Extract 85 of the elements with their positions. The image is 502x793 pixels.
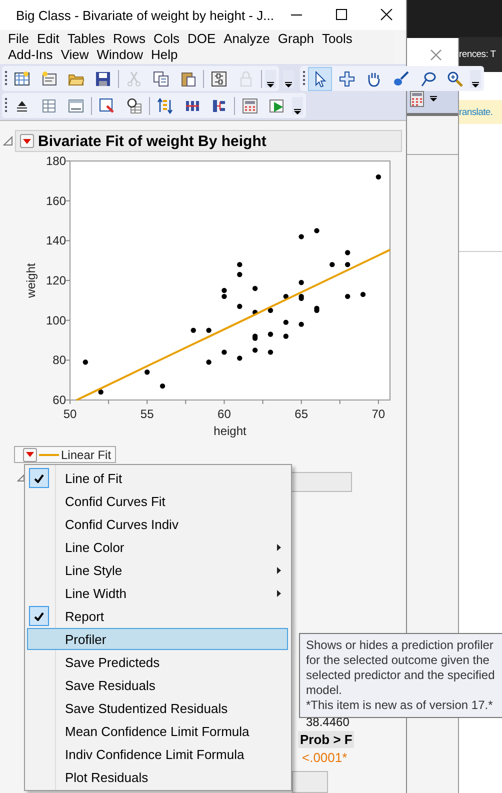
- x-tick-label: 65: [294, 407, 308, 421]
- switch-icon[interactable]: [211, 70, 227, 86]
- x-axis-label: height: [214, 424, 246, 438]
- menu-item[interactable]: View: [56, 47, 93, 63]
- menu-item[interactable]: Line Width: [27, 582, 288, 604]
- split-icon[interactable]: [211, 98, 227, 114]
- zoom-icon: [447, 70, 463, 86]
- tool-button[interactable]: [308, 66, 332, 90]
- menu-item[interactable]: Line Color: [27, 536, 288, 558]
- menu-item[interactable]: Cols: [149, 31, 184, 47]
- calculator-icon[interactable]: [242, 98, 258, 114]
- calculator-icon[interactable]: [410, 91, 424, 107]
- menu-item[interactable]: Line of Fit: [27, 467, 288, 489]
- play-icon[interactable]: [269, 98, 285, 114]
- menu-item[interactable]: Mean Confidence Limit Formula: [27, 720, 288, 742]
- crosshair-icon: [339, 70, 355, 86]
- script-icon[interactable]: [41, 70, 57, 86]
- input-field[interactable]: [290, 472, 352, 492]
- menu-item[interactable]: Window: [92, 47, 148, 63]
- caret-icon[interactable]: [430, 96, 437, 102]
- x-tick-label: 60: [218, 407, 231, 421]
- x-tick-label: 70: [372, 407, 386, 421]
- search-icon[interactable]: [126, 98, 142, 114]
- notice-text: ranslate.: [459, 106, 493, 118]
- tooltip-note: *This item is new as of version 17.*: [306, 698, 494, 713]
- y-axis-label: weight: [24, 263, 38, 298]
- copy-icon[interactable]: [153, 70, 169, 86]
- brush-icon: [393, 70, 409, 86]
- menu-item[interactable]: Indiv Confidence Limit Formula: [27, 743, 288, 765]
- tooltip-text: Shows or hides a prediction profiler for the selected outcome given the selected predictor and the specified model.: [306, 638, 496, 698]
- grid-icon[interactable]: [41, 98, 57, 114]
- clipboard-icon[interactable]: [180, 70, 196, 86]
- menu-item[interactable]: Report: [27, 605, 288, 627]
- y-tick-label: 140: [46, 234, 66, 248]
- caret-icon: [22, 138, 32, 144]
- y-tick-label: 60: [52, 393, 66, 407]
- sort-icon[interactable]: [157, 98, 173, 114]
- menu-item[interactable]: Graph: [274, 31, 318, 47]
- menu-item[interactable]: Add-Ins: [4, 47, 57, 63]
- menu-item[interactable]: File: [4, 31, 33, 47]
- caret-icon[interactable]: [472, 82, 479, 88]
- legend-label: Linear Fit: [61, 448, 112, 462]
- menu-item[interactable]: Profiler: [27, 628, 288, 650]
- menu-item[interactable]: Help: [147, 47, 182, 63]
- table-icon[interactable]: [68, 98, 84, 114]
- menu-item[interactable]: Save Residuals: [27, 674, 288, 696]
- lasso-icon: [420, 70, 436, 86]
- caret-icon[interactable]: [285, 82, 292, 88]
- window-title: Big Class - Bivariate of weight by height - J...: [16, 8, 274, 22]
- hand-icon: [366, 70, 382, 86]
- menu-item[interactable]: Rows: [108, 31, 150, 47]
- menu-item[interactable]: Confid Curves Fit: [27, 490, 288, 512]
- menu-item[interactable]: Line Style: [27, 559, 288, 581]
- x-tick-label: 50: [63, 407, 77, 421]
- menu-item[interactable]: Tables: [63, 31, 109, 47]
- caret-icon[interactable]: [267, 82, 274, 88]
- menu-item[interactable]: Tools: [318, 31, 356, 47]
- input-field[interactable]: [292, 771, 328, 793]
- caret-icon[interactable]: [294, 108, 301, 114]
- menu-item[interactable]: Plot Residuals: [27, 766, 288, 788]
- menu-triangle-button[interactable]: [23, 448, 37, 462]
- menu-item[interactable]: Edit: [32, 31, 64, 47]
- menu-item[interactable]: Save Studentized Residuals: [27, 697, 288, 719]
- heading-text: rences: T: [459, 49, 496, 60]
- p-value: <.0001*: [302, 750, 348, 765]
- x-tick-label: 55: [140, 407, 154, 421]
- menu-triangle-button[interactable]: [20, 134, 34, 148]
- column-heading: Prob > F: [298, 731, 354, 748]
- y-tick-label: 160: [46, 194, 66, 208]
- title-bar: [459, 0, 502, 37]
- disclosure-icon[interactable]: [3, 136, 13, 146]
- y-tick-label: 180: [46, 154, 66, 168]
- disclosure-icon[interactable]: [17, 474, 25, 482]
- table-icon[interactable]: [14, 70, 30, 86]
- pencil-icon[interactable]: [99, 98, 115, 114]
- report-title: Bivariate Fit of weight By height: [38, 132, 266, 150]
- caret-icon: [25, 451, 35, 458]
- f-ratio-value: 38.4460: [306, 715, 350, 729]
- menu-item[interactable]: DOE: [183, 31, 220, 47]
- menu-item[interactable]: Confid Curves Indiv: [27, 513, 288, 535]
- y-tick-label: 80: [52, 353, 66, 368]
- menu-item[interactable]: Analyze: [220, 31, 274, 47]
- menu-item[interactable]: Save Predicteds: [27, 651, 288, 673]
- y-tick-label: 120: [46, 274, 66, 288]
- y-tick-label: 100: [46, 313, 66, 328]
